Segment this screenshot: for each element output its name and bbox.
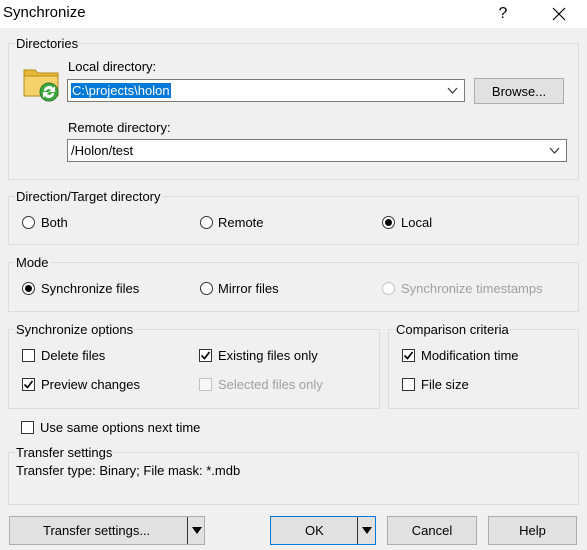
help-icon: ?	[498, 5, 508, 22]
close-icon	[552, 7, 566, 21]
existing-files-only-checkbox[interactable]: Existing files only	[199, 348, 359, 366]
radio-circle	[382, 282, 395, 295]
chevron-down-icon	[549, 147, 560, 154]
radio-circle	[200, 282, 213, 295]
checkbox-box	[402, 378, 415, 391]
radio-label: Both	[41, 215, 68, 230]
radio-label: Local	[401, 215, 433, 230]
transfer-settings-button-label: Transfer settings...	[43, 523, 151, 538]
direction-group-label: Direction/Target directory	[15, 189, 162, 204]
mode-synchronize-files-radio[interactable]: Synchronize files	[22, 281, 172, 299]
checkbox-label: Existing files only	[218, 348, 318, 363]
dropdown-arrow-icon[interactable]	[192, 527, 202, 535]
radio-label: Synchronize timestamps	[401, 281, 543, 296]
checkbox-box	[199, 378, 212, 391]
close-button[interactable]	[536, 0, 582, 28]
remote-directory-value: /Holon/test	[71, 143, 134, 158]
cancel-button[interactable]: Cancel	[387, 516, 477, 545]
window-title: Synchronize	[3, 4, 86, 21]
file-size-checkbox[interactable]: File size	[402, 377, 522, 395]
delete-files-checkbox[interactable]: Delete files	[22, 348, 162, 366]
split-divider	[187, 517, 188, 544]
split-divider	[357, 517, 358, 544]
radio-circle	[382, 216, 395, 229]
help-title-button[interactable]: ?	[480, 0, 526, 28]
checkbox-box	[21, 421, 34, 434]
remote-directory-label: Remote directory:	[68, 120, 171, 135]
dropdown-arrow-icon[interactable]	[362, 527, 372, 535]
comparison-criteria-group-label: Comparison criteria	[395, 322, 510, 337]
local-directory-value: C:\projects\holon	[70, 82, 172, 99]
sync-options-group	[8, 329, 380, 409]
checkmark-icon	[403, 351, 414, 360]
direction-local-radio[interactable]: Local	[382, 215, 452, 233]
selected-files-only-checkbox: Selected files only	[199, 377, 359, 395]
mode-synchronize-timestamps-radio: Synchronize timestamps	[382, 281, 562, 299]
chevron-down-icon	[447, 87, 458, 94]
ok-split-button[interactable]: OK	[270, 516, 376, 545]
radio-label: Mirror files	[218, 281, 279, 296]
checkbox-box	[22, 349, 35, 362]
radio-circle	[22, 282, 35, 295]
preview-changes-checkbox[interactable]: Preview changes	[22, 377, 172, 395]
checkbox-label: Preview changes	[41, 377, 140, 392]
checkbox-label: Selected files only	[218, 377, 323, 392]
checkmark-icon	[200, 351, 211, 360]
checkbox-box	[402, 349, 415, 362]
radio-circle	[200, 216, 213, 229]
checkbox-box	[199, 349, 212, 362]
checkbox-label: Use same options next time	[40, 420, 201, 435]
mode-group-label: Mode	[15, 255, 50, 270]
sync-options-group-label: Synchronize options	[15, 322, 135, 337]
local-directory-combo[interactable]: C:\projects\holon	[67, 79, 465, 102]
checkbox-label: File size	[421, 377, 469, 392]
use-same-options-checkbox[interactable]: Use same options next time	[21, 420, 221, 438]
direction-both-radio[interactable]: Both	[22, 215, 92, 233]
checkbox-label: Delete files	[41, 348, 106, 363]
help-button[interactable]: Help	[488, 516, 577, 545]
browse-button[interactable]: Browse...	[474, 78, 564, 104]
folder-sync-icon	[22, 62, 62, 102]
transfer-settings-summary: Transfer type: Binary; File mask: *.mdb	[16, 463, 241, 478]
local-directory-label: Local directory:	[68, 59, 157, 74]
modification-time-checkbox[interactable]: Modification time	[402, 348, 572, 366]
mode-mirror-files-radio[interactable]: Mirror files	[200, 281, 310, 299]
transfer-settings-group-label: Transfer settings	[15, 445, 114, 460]
transfer-settings-split-button[interactable]: Transfer settings...	[9, 516, 205, 545]
direction-remote-radio[interactable]: Remote	[200, 215, 280, 233]
remote-directory-combo[interactable]: /Holon/test	[67, 139, 567, 162]
radio-circle	[22, 216, 35, 229]
comparison-criteria-group	[388, 329, 579, 409]
directories-group-label: Directories	[15, 36, 80, 51]
checkbox-box	[22, 378, 35, 391]
radio-label: Synchronize files	[41, 281, 140, 296]
ok-button-label: OK	[305, 523, 324, 538]
checkbox-label: Modification time	[421, 348, 519, 363]
checkmark-icon	[23, 380, 34, 389]
radio-label: Remote	[218, 215, 264, 230]
